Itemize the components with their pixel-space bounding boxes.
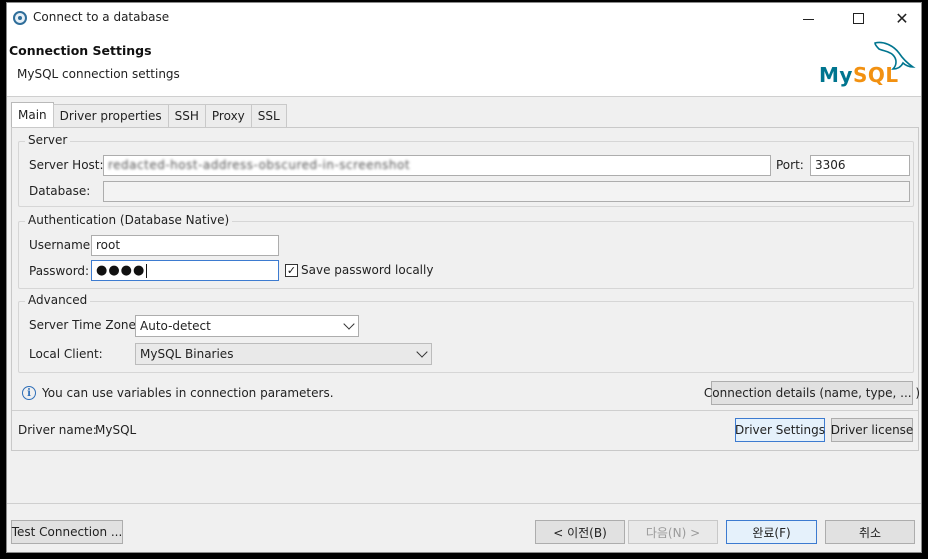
- dialog-header: Connection Settings MySQL connection set…: [7, 33, 921, 97]
- main-tab-panel: Server Server Host: redacted-host-addres…: [11, 127, 920, 451]
- minimize-icon: [802, 18, 814, 20]
- checkmark-icon: ✓: [286, 264, 297, 277]
- timezone-select[interactable]: Auto-detect: [135, 315, 359, 337]
- database-label: Database:: [29, 184, 91, 198]
- advanced-group-title: Advanced: [25, 293, 91, 307]
- authentication-group: Authentication (Database Native) Usernam…: [18, 213, 914, 289]
- minimize-button[interactable]: [793, 6, 823, 30]
- save-password-label[interactable]: Save password locally: [301, 263, 433, 277]
- maximize-icon: [852, 12, 864, 24]
- save-password-checkbox[interactable]: ✓: [285, 264, 298, 277]
- timezone-value: Auto-detect: [140, 319, 211, 333]
- database-input[interactable]: [103, 181, 910, 202]
- window-title: Connect to a database: [33, 10, 170, 24]
- divider: [12, 410, 918, 411]
- driver-settings-button[interactable]: Driver Settings: [735, 418, 825, 442]
- tab-driver-properties[interactable]: Driver properties: [52, 104, 169, 127]
- server-group: Server Server Host: redacted-host-addres…: [18, 133, 914, 207]
- chevron-down-icon: [343, 318, 355, 330]
- port-label: Port:: [776, 158, 804, 172]
- tab-proxy[interactable]: Proxy: [204, 104, 252, 127]
- page-subtitle: MySQL connection settings: [17, 67, 180, 81]
- server-host-input[interactable]: redacted-host-address-obscured-in-screen…: [103, 155, 771, 176]
- cancel-button[interactable]: 취소: [825, 520, 915, 544]
- back-button[interactable]: < 이전(B): [535, 520, 625, 544]
- dialog-footer: Test Connection ... < 이전(B) 다음(N) > 완료(F…: [7, 503, 921, 554]
- password-label: Password:: [29, 264, 90, 278]
- server-group-title: Server: [25, 133, 71, 147]
- advanced-group: Advanced Server Time Zone: Auto-detect L…: [18, 293, 914, 373]
- dbeaver-app-icon: [13, 11, 27, 25]
- text-caret: [146, 263, 148, 278]
- finish-button[interactable]: 완료(F): [726, 520, 817, 544]
- timezone-label: Server Time Zone:: [29, 318, 140, 332]
- mysql-logo: MySQL: [813, 39, 917, 93]
- server-host-value: redacted-host-address-obscured-in-screen…: [108, 158, 411, 172]
- page-title: Connection Settings: [9, 43, 152, 58]
- driver-name-value: MySQL: [95, 423, 137, 437]
- test-connection-button[interactable]: Test Connection ...: [11, 520, 123, 544]
- driver-name-label: Driver name:: [18, 423, 97, 437]
- password-value: ●●●●: [96, 263, 146, 278]
- server-host-label: Server Host:: [29, 158, 104, 172]
- tab-ssh[interactable]: SSH: [167, 104, 206, 127]
- port-input[interactable]: 3306: [810, 155, 910, 176]
- tab-bar: Main Driver properties SSH Proxy SSL: [11, 102, 287, 127]
- local-client-value: MySQL Binaries: [140, 347, 234, 361]
- local-client-label: Local Client:: [29, 347, 103, 361]
- connect-dialog: Connect to a database ✕ Connection Setti…: [6, 2, 922, 553]
- info-icon: i: [22, 386, 36, 400]
- title-bar: Connect to a database ✕: [7, 3, 921, 33]
- close-icon: ✕: [895, 8, 909, 28]
- tab-ssl[interactable]: SSL: [250, 104, 287, 127]
- chevron-down-icon: [416, 346, 428, 358]
- local-client-select[interactable]: MySQL Binaries: [135, 343, 432, 365]
- connection-details-button[interactable]: Connection details (name, type, ... ): [704, 381, 920, 405]
- maximize-button[interactable]: [843, 6, 873, 30]
- auth-group-title: Authentication (Database Native): [25, 213, 233, 227]
- driver-license-button[interactable]: Driver license: [831, 418, 913, 442]
- variables-hint: You can use variables in connection para…: [42, 386, 334, 400]
- next-button[interactable]: 다음(N) >: [628, 520, 718, 544]
- username-input[interactable]: root: [91, 235, 279, 256]
- tab-main[interactable]: Main: [11, 102, 54, 127]
- close-button[interactable]: ✕: [887, 6, 917, 30]
- password-input[interactable]: ●●●●: [91, 260, 279, 281]
- mysql-wordmark: MySQL: [819, 63, 899, 87]
- username-label: Username:: [29, 238, 95, 252]
